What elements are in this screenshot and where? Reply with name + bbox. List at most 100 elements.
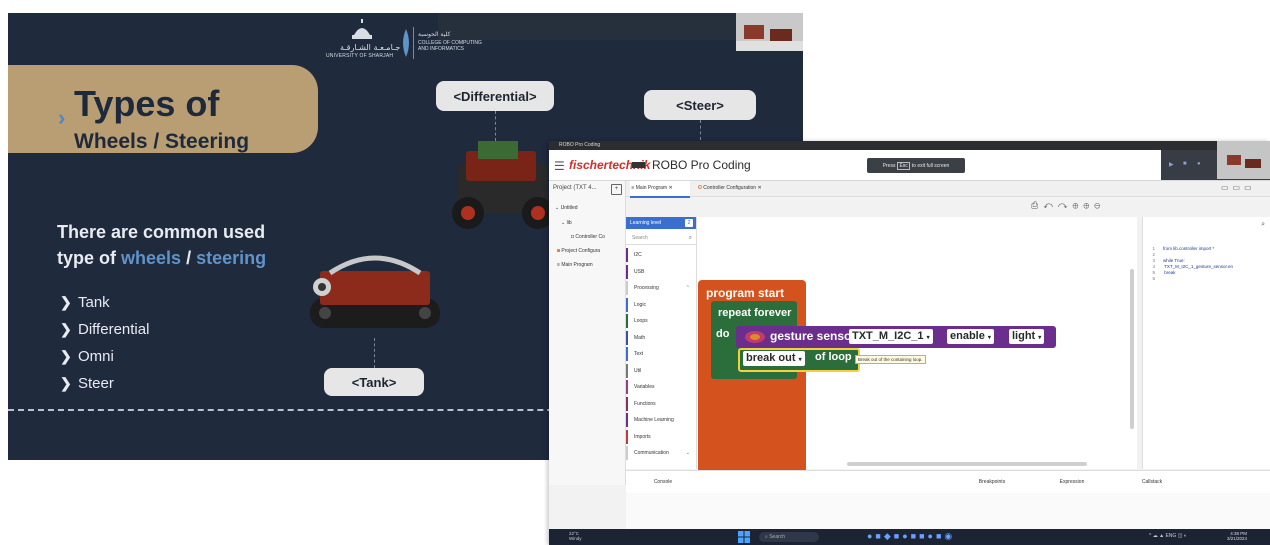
- steer-tag: <Steer>: [644, 90, 756, 120]
- tree-item-main-program[interactable]: ≡ Main Program: [557, 262, 593, 268]
- tab-controller-configuration[interactable]: O Controller Configuration ✕: [698, 181, 762, 196]
- zoom-in-icon[interactable]: ⊕: [1083, 200, 1094, 210]
- project-header: Project (TXT 4...: [553, 185, 597, 191]
- tab-callstack[interactable]: Callstack: [1112, 471, 1192, 493]
- category-item[interactable]: Text: [626, 347, 696, 361]
- code-line[interactable]: 1 from lib.controller import *: [1143, 246, 1214, 251]
- category-item[interactable]: I2C: [626, 248, 696, 262]
- intro-steering: steering: [196, 248, 267, 268]
- category-item[interactable]: Util: [626, 363, 696, 378]
- zoom-out-icon[interactable]: ⊖: [1094, 200, 1105, 210]
- workspace-vertical-scrollbar[interactable]: [1130, 269, 1134, 429]
- category-item[interactable]: Machine Learning: [626, 413, 696, 427]
- category-item[interactable]: Communication ⌄: [626, 446, 696, 460]
- tree-item-lib[interactable]: ⌄ lib: [561, 220, 572, 226]
- learning-level[interactable]: Learning level 2: [626, 217, 696, 229]
- tab-breakpoints[interactable]: Breakpoints: [952, 471, 1032, 495]
- code-line[interactable]: 4 TXT_M_I2C_1_gesture_sensor.en: [1143, 264, 1233, 269]
- tab-label: Controller Configuration: [703, 185, 757, 191]
- line-number: 3: [1152, 258, 1155, 263]
- tank-tag: <Tank>: [324, 368, 424, 396]
- robo-pro-window: ROBO Pro Coding ☰ fischertechnik ROBO Pr…: [549, 141, 1270, 545]
- bullet-arrow-icon: ❯: [60, 294, 72, 310]
- category-item[interactable]: Logic: [626, 297, 696, 312]
- category-item[interactable]: Variables: [626, 380, 696, 394]
- bullet-label: Differential: [78, 321, 150, 338]
- connect-icon[interactable]: ●: [1197, 161, 1201, 167]
- chevron-down-icon: ⌄: [685, 450, 690, 456]
- code-line[interactable]: 3 while True:: [1143, 258, 1184, 263]
- bullet-arrow-icon: ❯: [60, 348, 72, 364]
- tree-item-controller[interactable]: ◘ Controller Co: [571, 234, 605, 240]
- bullet-item: ❯ Steer: [60, 370, 149, 397]
- play-icon[interactable]: ▶: [1169, 161, 1174, 168]
- code-text: break: [1163, 270, 1176, 275]
- mode-dropdown[interactable]: light ▾: [1009, 329, 1045, 344]
- search-placeholder: Search: [632, 235, 648, 241]
- config-icon: ◙: [557, 248, 561, 254]
- category-item[interactable]: Processing ⌃: [626, 281, 696, 295]
- system-tray[interactable]: ^ ☁ ▲ ENG ◫ ◐: [1149, 533, 1187, 539]
- add-file-icon[interactable]: +: [611, 184, 622, 195]
- center-icon[interactable]: ⊕: [1072, 200, 1083, 210]
- hamburger-menu-icon[interactable]: ☰: [554, 159, 565, 173]
- tree-item-untitled[interactable]: ⌄ Untitled: [555, 205, 578, 211]
- taskbar-search[interactable]: ⌕ Search: [759, 532, 819, 542]
- break-out-dropdown[interactable]: break out ▾: [743, 351, 805, 366]
- break-out-value: break out: [746, 352, 796, 364]
- category-label: Logic: [634, 301, 646, 308]
- code-line[interactable]: 6: [1143, 276, 1163, 281]
- category-label: Functions: [634, 400, 656, 407]
- taskbar-apps[interactable]: ●■◆■●■■●■◉: [867, 531, 955, 542]
- code-line[interactable]: 5 break: [1143, 270, 1176, 275]
- category-item[interactable]: Loops: [626, 314, 696, 328]
- enable-dropdown[interactable]: enable ▾: [947, 329, 994, 344]
- learning-level-label: Learning level: [630, 220, 662, 226]
- tree-label: lib: [566, 220, 572, 226]
- layout-icons[interactable]: ▭▭▭: [1221, 183, 1256, 192]
- dropdown-arrow-icon: ▾: [987, 335, 991, 341]
- line-number: 4: [1152, 264, 1155, 269]
- tree-item-project-config[interactable]: ◙ Project Configura: [557, 248, 600, 254]
- of-loop-label: of loop: [815, 351, 852, 363]
- sensor-name-value: TXT_M_I2C_1: [852, 330, 924, 342]
- tab-console[interactable]: Console: [626, 471, 700, 495]
- os-taskbar: 22°C Windy ⌕ Search ●■◆■●■■●■◉ ^ ☁ ▲ ENG…: [549, 529, 1270, 545]
- slide-title-box: › Types of Wheels / Steering: [8, 65, 318, 153]
- code-search-icon[interactable]: ⌕: [1261, 221, 1265, 229]
- tank-robot-image: [310, 255, 440, 328]
- chevron-down-icon: ⌄: [561, 220, 566, 226]
- tree-label: Main Program: [561, 262, 593, 268]
- tab-expression[interactable]: Expression: [1032, 471, 1112, 493]
- college-name-line-2: AND INFORMATICS: [418, 46, 465, 52]
- line-number: 2: [1152, 252, 1155, 257]
- weather-widget[interactable]: 22°C Windy: [569, 531, 582, 541]
- connector-line: [700, 120, 701, 140]
- undo-icon[interactable]: ↶: [1043, 200, 1058, 210]
- category-item[interactable]: Math: [626, 330, 696, 345]
- slide-subtitle: Wheels / Steering: [74, 130, 250, 153]
- sensor-name-dropdown[interactable]: TXT_M_I2C_1 ▾: [849, 329, 933, 344]
- code-line[interactable]: 2: [1143, 252, 1163, 257]
- category-label: Loops: [634, 318, 648, 324]
- category-label: Communication: [634, 450, 669, 456]
- code-text: TXT_M_I2C_1_gesture_sensor.en: [1163, 264, 1233, 269]
- program-icon: ≡: [557, 262, 560, 268]
- language-indicator: ENG: [1165, 533, 1177, 539]
- console-output[interactable]: [626, 493, 1270, 529]
- mode-value: light: [1012, 330, 1036, 342]
- tab-label: Main Program: [635, 185, 668, 191]
- print-icon[interactable]: ⎙: [1031, 200, 1043, 210]
- windows-start-icon[interactable]: [738, 531, 750, 543]
- redo-icon[interactable]: ↷: [1058, 200, 1073, 210]
- tab-main-program[interactable]: ≡ Main Program ✕: [630, 181, 690, 198]
- category-item[interactable]: Functions: [626, 396, 696, 411]
- controller-icon: ◘: [571, 234, 575, 240]
- stop-icon[interactable]: ■: [1183, 161, 1187, 167]
- block-search-input[interactable]: Search ⌕: [626, 231, 696, 245]
- intro-line-1: There are common used: [57, 222, 266, 242]
- category-item[interactable]: USB: [626, 264, 696, 279]
- workspace-horizontal-scrollbar[interactable]: [847, 462, 1087, 466]
- bullet-item: ❯ Tank: [60, 289, 149, 316]
- category-item[interactable]: Imports: [626, 429, 696, 444]
